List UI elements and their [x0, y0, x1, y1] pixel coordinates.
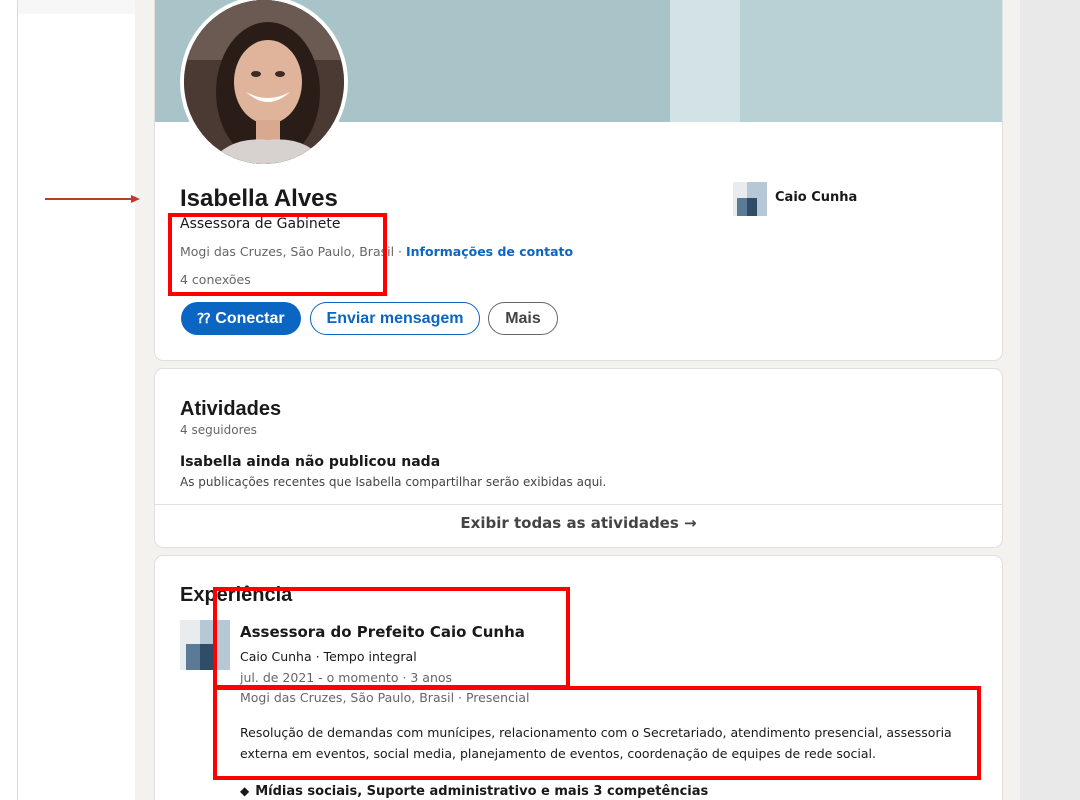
experience-job-title[interactable]: Assessora do Prefeito Caio Cunha	[240, 623, 525, 641]
current-company-name[interactable]: Caio Cunha	[775, 190, 857, 205]
profile-location-line: Mogi das Cruzes, São Paulo, Brasil · Inf…	[180, 244, 573, 259]
experience-location: Mogi das Cruzes, São Paulo, Brasil · Pre…	[240, 690, 530, 705]
send-message-button[interactable]: Enviar mensagem	[310, 302, 480, 335]
profile-name: Isabella Alves	[180, 185, 338, 212]
experience-card: Experiência Assessora do Prefeito Caio C…	[155, 556, 1002, 800]
profile-avatar[interactable]	[180, 0, 348, 168]
activity-empty-title: Isabella ainda não publicou nada	[180, 454, 441, 470]
experience-company-logo[interactable]	[180, 620, 230, 670]
connections-count[interactable]: 4 conexões	[180, 272, 251, 287]
activity-title: Atividades	[180, 398, 282, 420]
experience-dates: jul. de 2021 - o momento · 3 anos	[240, 670, 453, 685]
profile-headline: Assessora de Gabinete	[180, 216, 341, 232]
experience-company: Caio Cunha · Tempo integral	[240, 649, 417, 664]
experience-skills-label: Mídias sociais, Suporte administrativo e…	[255, 784, 709, 799]
company-logo[interactable]	[733, 182, 767, 216]
annotation-arrow	[45, 195, 140, 203]
show-all-activity-link[interactable]: Exibir todas as atividades →	[155, 514, 1002, 532]
location-separator: ·	[394, 244, 406, 259]
experience-title: Experiência	[180, 584, 293, 606]
activity-empty-description: As publicações recentes que Isabella com…	[180, 475, 607, 489]
experience-skills[interactable]: ◆ Mídias sociais, Suporte administrativo …	[240, 784, 708, 799]
activity-divider	[155, 504, 1002, 505]
experience-description: Resolução de demandas com munícipes, rel…	[240, 725, 952, 761]
activity-card: Atividades 4 seguidores Isabella ainda n…	[155, 369, 1002, 547]
profile-card: Isabella Alves Assessora de Gabinete Mog…	[155, 0, 1002, 360]
connect-button-label: Conectar	[215, 309, 285, 327]
profile-location: Mogi das Cruzes, São Paulo, Brasil	[180, 244, 395, 259]
right-gutter	[1020, 0, 1080, 800]
add-person-icon: ⁇	[197, 310, 211, 326]
connect-button[interactable]: ⁇ Conectar	[181, 302, 301, 335]
followers-count: 4 seguidores	[180, 423, 257, 437]
diamond-icon: ◆	[240, 784, 250, 798]
left-pane	[0, 0, 18, 800]
more-button[interactable]: Mais	[488, 302, 558, 335]
contact-info-link[interactable]: Informações de contato	[406, 244, 573, 259]
